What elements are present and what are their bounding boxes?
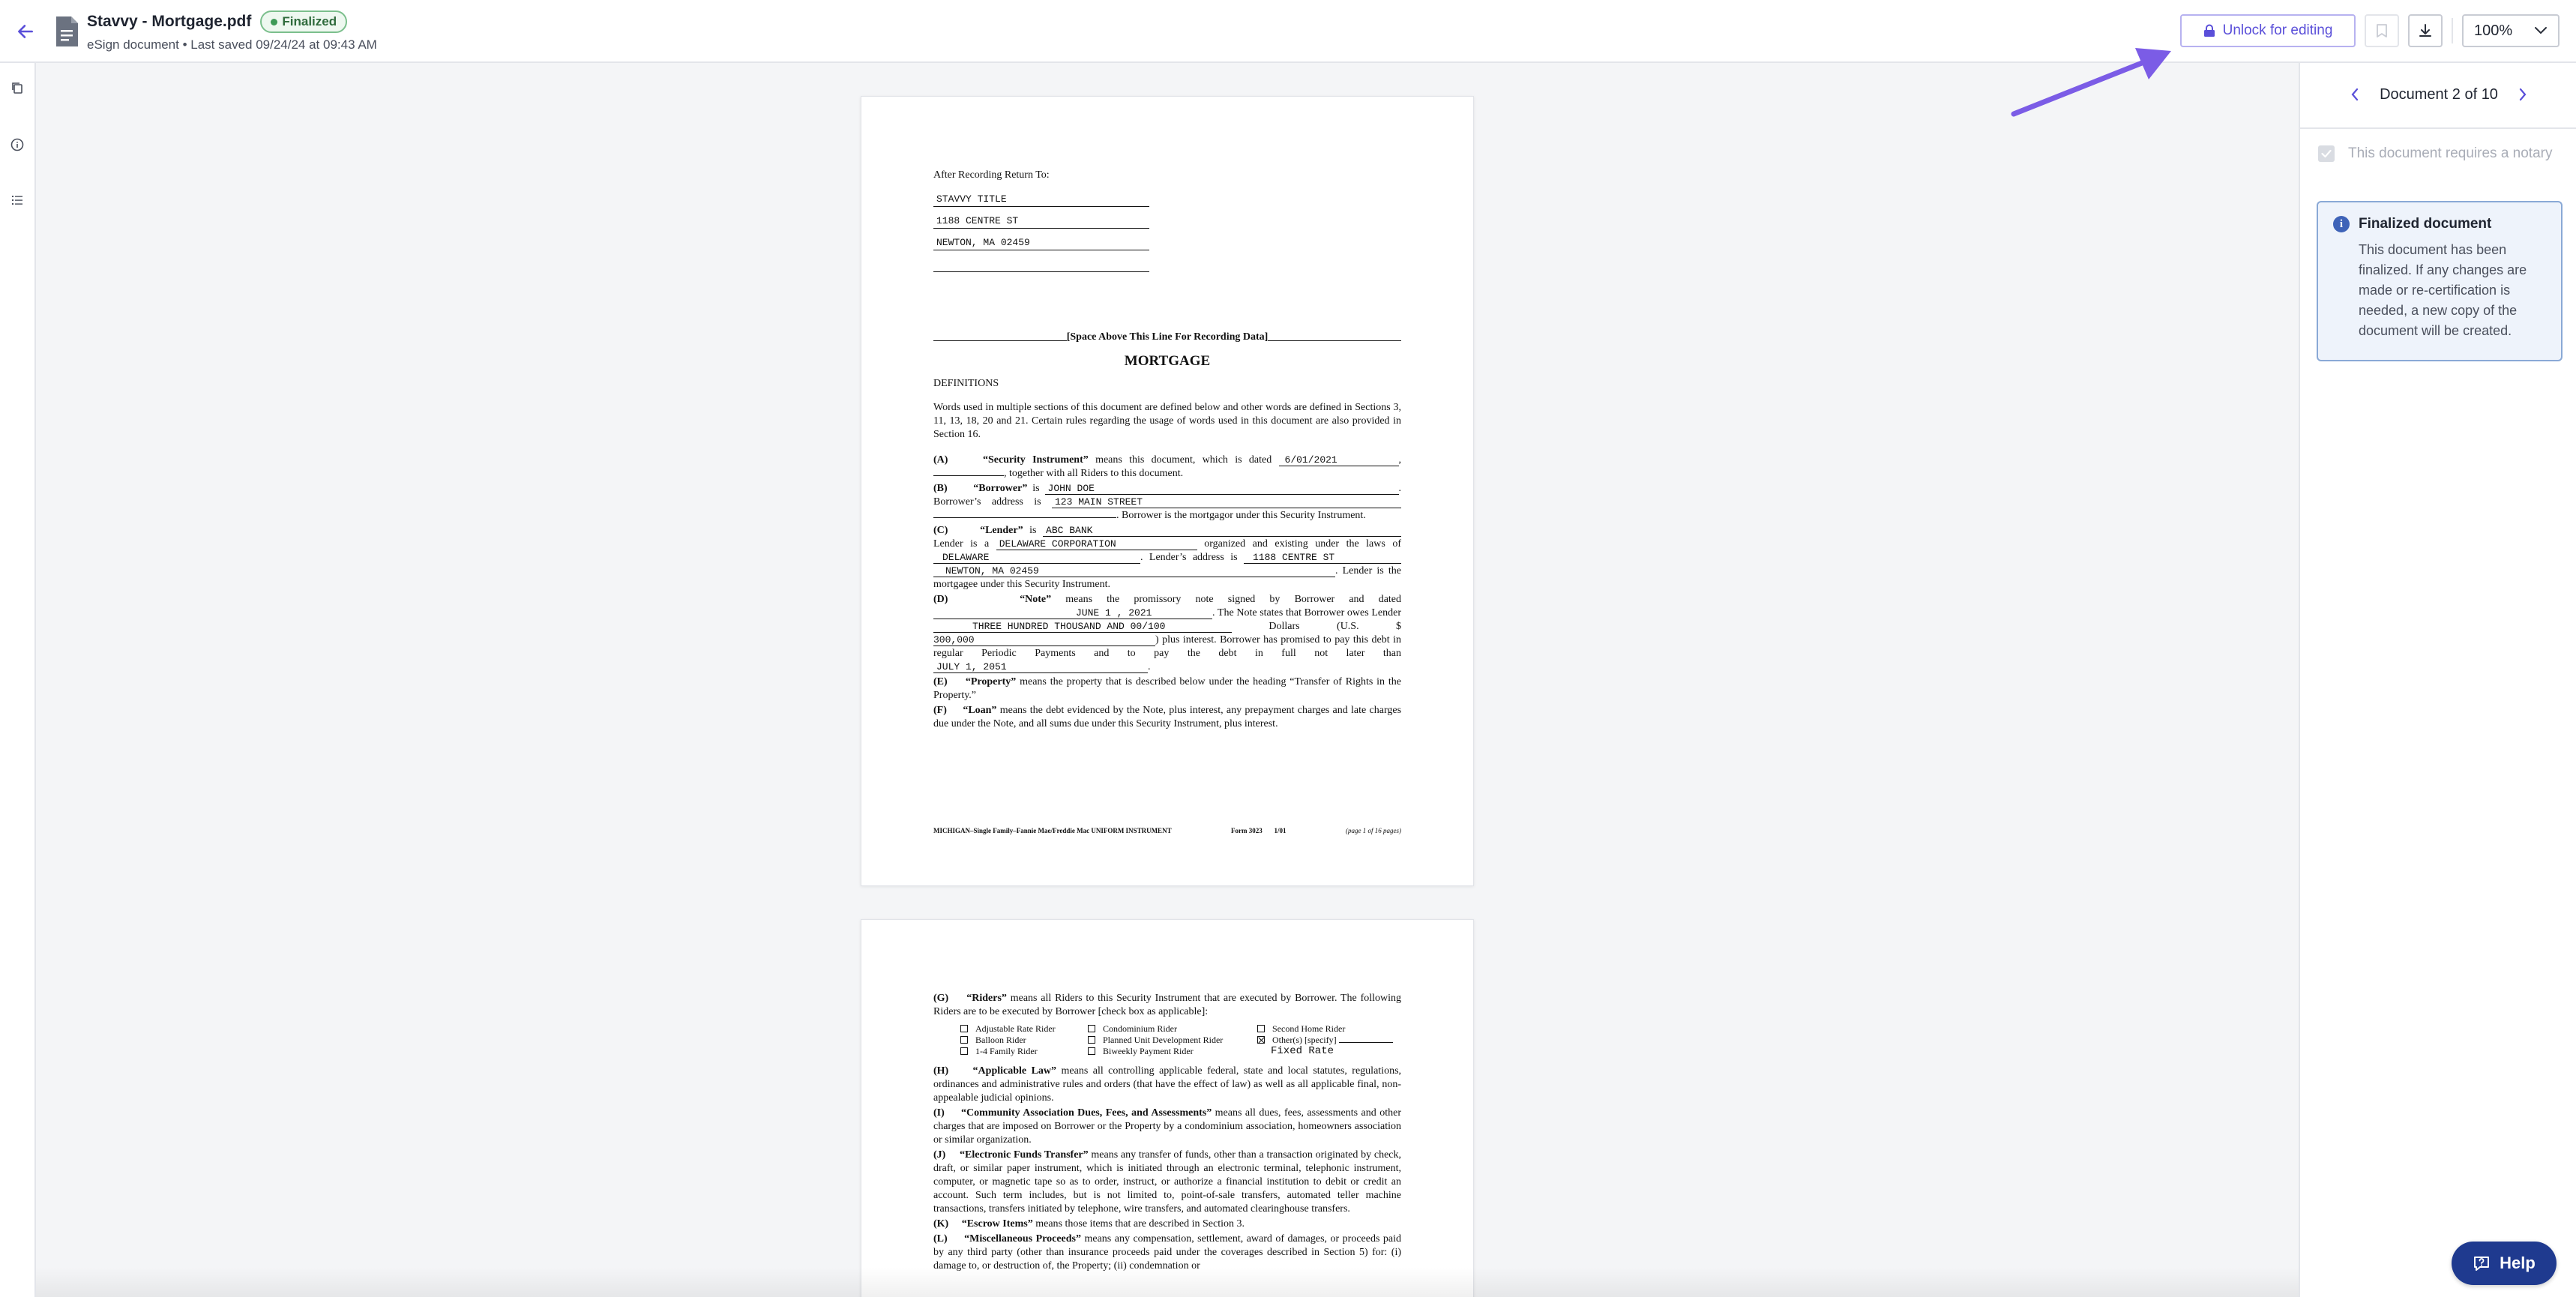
mortgage-body-continued: (G) “Riders” means all Riders to this Se…: [933, 992, 1401, 1275]
unlock-for-editing-button[interactable]: Unlock for editing: [2180, 14, 2356, 47]
list-icon: [12, 196, 22, 205]
page-footer: MICHIGAN–Single Family–Fannie Mae/Freddi…: [933, 827, 1401, 834]
definition-c: (C) “Lender” is ABC BANK Lender is a DEL…: [933, 525, 1402, 590]
download-button[interactable]: [2408, 14, 2443, 47]
return-address-line: [933, 258, 1149, 272]
chevron-down-icon: [2535, 27, 2547, 34]
chevron-right-icon: [2519, 88, 2527, 101]
viewer-bottom-fade: [36, 1267, 2299, 1297]
other-rider-value: Fixed Rate: [1271, 1045, 1334, 1057]
rider-checkbox: Balloon Rider: [960, 1035, 1088, 1046]
pages-button[interactable]: [3, 73, 31, 102]
document-viewer[interactable]: After Recording Return To: STAVVY TITLE …: [36, 63, 2299, 1297]
loan-amount-words: THREE HUNDRED THOUSAND AND 00/100: [933, 621, 1232, 633]
info-card-header: i Finalized document: [2333, 216, 2546, 232]
rider-checkbox-checked: Other(s) [specify]: [1257, 1035, 1400, 1046]
definition-a: (A) “Security Instrument” means this doc…: [933, 454, 1402, 479]
borrower-name: JOHN DOE: [1044, 483, 1399, 495]
rider-checkbox: Adjustable Rate Rider: [960, 1023, 1088, 1035]
bookmark-icon: [2377, 24, 2387, 37]
toolbar-divider: [2452, 18, 2453, 43]
definition-g: (G) “Riders” means all Riders to this Se…: [933, 993, 1402, 1017]
info-card-body: This document has been finalized. If any…: [2359, 242, 2527, 338]
arrow-left-icon: [18, 25, 33, 38]
document-icon: [56, 16, 78, 46]
help-button[interactable]: Help: [2452, 1242, 2557, 1285]
info-icon: i: [2333, 216, 2350, 232]
recording-data-line: [Space Above This Line For Recording Dat…: [933, 331, 1402, 344]
definition-f: (F) “Loan” means the debt evidenced by t…: [933, 705, 1402, 729]
note-date: JUNE 1 , 2021: [933, 607, 1212, 619]
definition-k: (K) “Escrow Items” means those items tha…: [933, 1218, 1245, 1230]
back-button[interactable]: [10, 16, 40, 46]
document-title: MORTGAGE: [1124, 353, 1211, 369]
download-icon: [2419, 24, 2431, 37]
definitions-intro: Words used in multiple sections of this …: [933, 402, 1401, 440]
notary-label: This document requires a notary: [2348, 145, 2553, 161]
zoom-select[interactable]: 100%: [2462, 14, 2560, 47]
zoom-value: 100%: [2474, 22, 2513, 39]
lock-icon: [2203, 24, 2215, 37]
check-icon: [2321, 149, 2332, 158]
rider-checkbox: Biweekly Payment Rider: [1088, 1046, 1257, 1057]
status-label: Finalized: [282, 14, 337, 28]
previous-document-button[interactable]: [2344, 83, 2366, 106]
loan-amount: 300,000: [933, 634, 1155, 646]
status-dot-icon: [271, 18, 278, 25]
next-document-button[interactable]: [2512, 83, 2534, 106]
help-label: Help: [2500, 1254, 2536, 1272]
mortgage-body: [Space Above This Line For Recording Dat…: [933, 331, 1402, 732]
document-page-2: (G) “Riders” means all Riders to this Se…: [861, 919, 1474, 1297]
document-navigator: Document 2 of 10: [2300, 78, 2576, 111]
info-icon: [10, 138, 24, 151]
outline-button[interactable]: [3, 186, 31, 214]
definition-d: (D) “Note” means the promissory note sig…: [933, 594, 1402, 673]
rider-checkbox: Second Home Rider: [1257, 1023, 1400, 1035]
file-name: Stavvy - Mortgage.pdf: [87, 13, 252, 30]
rider-checkbox: Planned Unit Development Rider: [1088, 1035, 1257, 1046]
copy-icon: [12, 82, 22, 94]
return-address-line: NEWTON, MA 02459: [933, 236, 1149, 250]
status-badge: Finalized: [260, 10, 348, 33]
document-page-1: After Recording Return To: STAVVY TITLE …: [861, 96, 1474, 886]
return-address-block: After Recording Return To: STAVVY TITLE …: [933, 169, 1401, 280]
panel-divider: [2300, 127, 2576, 129]
finalized-info-card: i Finalized document This document has b…: [2317, 201, 2563, 361]
top-bar: Stavvy - Mortgage.pdf Finalized eSign do…: [0, 0, 2576, 63]
unlock-label: Unlock for editing: [2222, 22, 2333, 38]
borrower-address: 123 MAIN STREET: [1052, 496, 1401, 508]
definition-h: (H) “Applicable Law” means all controlli…: [933, 1065, 1402, 1104]
lender-city: NEWTON, MA 02459: [933, 565, 1335, 577]
definition-j: (J) “Electronic Funds Transfer” means an…: [933, 1149, 1401, 1215]
rider-checkbox: 1-4 Family Rider: [960, 1046, 1088, 1057]
definition-i: (I) “Community Association Dues, Fees, a…: [933, 1107, 1401, 1146]
info-card-title: Finalized document: [2359, 216, 2492, 232]
help-icon: [2474, 1257, 2490, 1271]
definition-b: (B) “Borrower” is JOHN DOE. Borrower’s a…: [933, 483, 1402, 521]
notary-option: This document requires a notary: [2318, 145, 2552, 162]
return-address-line: STAVVY TITLE: [933, 193, 1149, 207]
document-position: Document 2 of 10: [2380, 85, 2498, 103]
right-panel: Document 2 of 10 This document requires …: [2299, 63, 2576, 1297]
document-subtitle: eSign document • Last saved 09/24/24 at …: [87, 37, 377, 52]
definition-e: (E) “Property” means the property that i…: [933, 676, 1402, 701]
lender-state: DELAWARE: [933, 552, 1140, 564]
security-instrument-date: 6/01/2021: [1278, 454, 1399, 466]
lender-name: ABC BANK: [1043, 525, 1402, 537]
title-row: Stavvy - Mortgage.pdf Finalized: [87, 10, 348, 33]
maturity-date: JULY 1, 2051: [933, 661, 1148, 673]
bookmark-button[interactable]: [2365, 14, 2399, 47]
return-to-label: After Recording Return To:: [933, 169, 1050, 181]
details-button[interactable]: [3, 130, 31, 159]
left-rail: [0, 63, 36, 1297]
lender-organization: DELAWARE CORPORATION: [996, 538, 1197, 550]
rider-checkbox: Condominium Rider: [1088, 1023, 1257, 1035]
definitions-heading: DEFINITIONS: [933, 378, 999, 389]
chevron-left-icon: [2351, 88, 2359, 101]
return-address-line: 1188 CENTRE ST: [933, 214, 1149, 229]
riders-checklist: Adjustable Rate Rider Condominium Rider …: [960, 1023, 1401, 1057]
lender-address: 1188 CENTRE ST: [1244, 552, 1401, 564]
notary-checkbox[interactable]: [2318, 145, 2335, 162]
